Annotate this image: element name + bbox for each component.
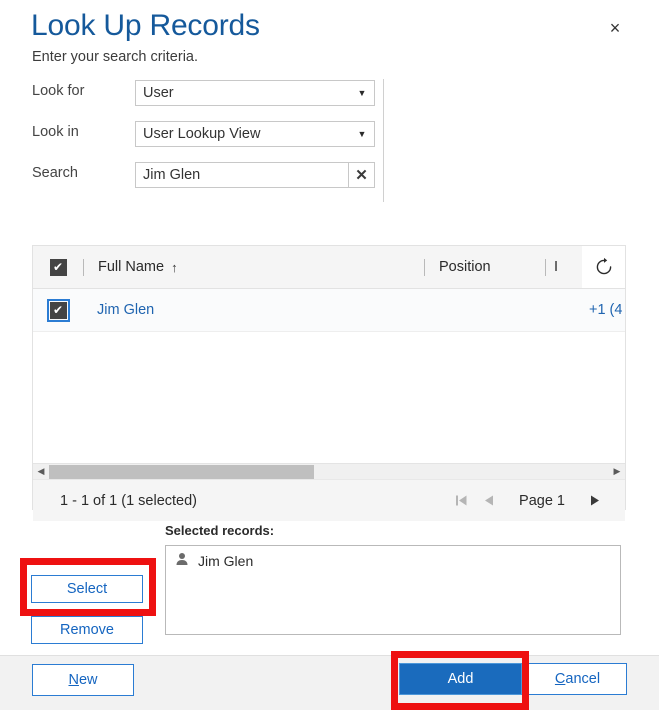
search-input[interactable]: Jim Glen	[136, 167, 348, 183]
clear-search-icon[interactable]: ✕	[348, 163, 374, 187]
grid-footer: 1 - 1 of 1 (1 selected) Page 1	[33, 479, 625, 521]
column-header-position[interactable]: Position	[425, 246, 545, 288]
search-field[interactable]: Jim Glen ✕	[135, 162, 375, 188]
next-page-button[interactable]	[581, 487, 609, 515]
cancel-button-accel: C	[554, 671, 566, 687]
page-subtitle: Enter your search criteria.	[32, 49, 199, 65]
pagination: Page 1	[447, 487, 609, 515]
select-all-checkbox[interactable]: ✔	[49, 258, 67, 276]
new-button-label: ew	[78, 672, 98, 688]
results-grid: ✔ Full Name ↑ Position I ✔ Jim Glen +1 (…	[32, 245, 626, 521]
form-divider	[383, 79, 384, 202]
table-row[interactable]: ✔ Jim Glen +1 (4	[33, 289, 625, 332]
remove-button[interactable]: Remove	[31, 616, 143, 644]
row-full-name[interactable]: Jim Glen	[83, 302, 154, 318]
user-icon	[175, 552, 189, 569]
search-label: Search	[32, 165, 78, 181]
column-header-truncated-label: I	[554, 259, 559, 275]
look-for-select[interactable]: User ▼	[135, 80, 375, 106]
cancel-button[interactable]: Cancel	[528, 663, 627, 695]
cancel-button-label: ancel	[565, 671, 601, 687]
look-in-label: Look in	[32, 124, 79, 140]
row-checkbox[interactable]: ✔	[46, 298, 70, 322]
row-checkbox-cell[interactable]: ✔	[33, 298, 83, 322]
row-phone: +1 (4	[589, 302, 623, 318]
list-item[interactable]: Jim Glen	[166, 546, 620, 569]
record-count-label: 1 - 1 of 1 (1 selected)	[60, 492, 198, 509]
lookup-records-dialog: Look Up Records Enter your search criter…	[0, 0, 659, 710]
column-header-position-label: Position	[439, 259, 491, 275]
sort-ascending-icon: ↑	[171, 259, 178, 275]
highlight-add-button	[391, 651, 529, 710]
page-number-label: Page 1	[519, 492, 565, 509]
look-in-value: User Lookup View	[143, 126, 261, 142]
look-in-select[interactable]: User Lookup View ▼	[135, 121, 375, 147]
chevron-down-icon[interactable]: ▼	[350, 122, 374, 146]
new-button[interactable]: New	[32, 664, 134, 696]
scroll-right-icon[interactable]: ▶	[609, 466, 625, 477]
horizontal-scrollbar[interactable]: ◀ ▶	[33, 463, 625, 479]
highlight-select-button	[20, 558, 156, 616]
previous-page-button[interactable]	[475, 487, 503, 515]
column-header-truncated[interactable]: I	[546, 246, 574, 288]
scroll-left-icon[interactable]: ◀	[33, 466, 49, 477]
close-icon[interactable]: ×	[600, 14, 630, 42]
chevron-down-icon[interactable]: ▼	[350, 81, 374, 105]
first-page-button[interactable]	[447, 487, 475, 515]
scrollbar-track[interactable]	[49, 464, 609, 480]
refresh-icon[interactable]	[582, 246, 625, 288]
selected-record-name: Jim Glen	[198, 552, 254, 569]
column-header-full-name[interactable]: Full Name ↑	[84, 246, 424, 288]
grid-header-row: ✔ Full Name ↑ Position I	[33, 246, 625, 289]
look-for-value: User	[143, 85, 174, 101]
look-for-label: Look for	[32, 83, 85, 99]
selected-records-label: Selected records:	[165, 523, 275, 538]
grid-empty-area	[33, 332, 625, 463]
column-header-full-name-label: Full Name	[98, 259, 165, 275]
scrollbar-thumb[interactable]	[49, 464, 314, 479]
select-all-checkbox-cell[interactable]: ✔	[33, 258, 83, 276]
selected-records-box[interactable]: Jim Glen	[165, 545, 621, 635]
page-title: Look Up Records	[31, 9, 260, 42]
new-button-accel: N	[68, 672, 79, 688]
